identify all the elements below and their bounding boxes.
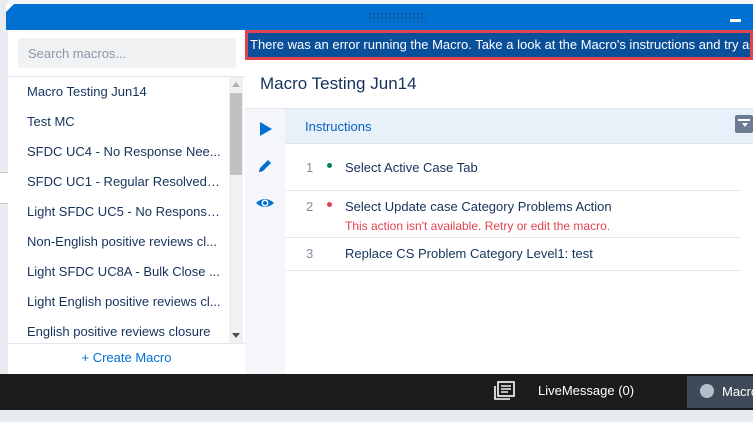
live-message-label[interactable]: LiveMessage (0) [538, 383, 634, 398]
success-status-dot-icon [327, 163, 332, 168]
search-box[interactable] [18, 38, 236, 68]
macro-detail-panel: Macro Testing Jun14 Instructions 1 Selec… [245, 60, 753, 374]
scroll-up-arrow-icon[interactable] [232, 82, 240, 87]
macro-list-item[interactable]: SFDC UC1 - Regular Resolved C... [8, 167, 229, 197]
macros-panel-header[interactable] [6, 4, 753, 30]
edit-pencil-icon[interactable] [255, 156, 275, 176]
macro-list-item[interactable]: SFDC UC4 - No Response Nee... [8, 137, 229, 167]
minimize-icon[interactable] [730, 19, 741, 22]
macro-list-scrollbar[interactable] [229, 77, 243, 343]
step-text: Select Update case Category Problems Act… [345, 199, 612, 214]
macro-title: Macro Testing Jun14 [260, 74, 417, 93]
instruction-step: 2 Select Update case Category Problems A… [285, 191, 741, 238]
background-field [0, 172, 8, 204]
instruction-step: 1 Select Active Case Tab [285, 144, 741, 191]
archive-icon[interactable] [735, 115, 753, 133]
macro-action-rail [245, 109, 285, 374]
macro-list-item[interactable]: Light SFDC UC8A - Bulk Close ... [8, 257, 229, 287]
macro-list-item[interactable]: English positive reviews closure [8, 317, 229, 343]
step-number: 2 [306, 199, 314, 214]
create-macro-button[interactable]: + Create Macro [8, 344, 245, 372]
step-error-message: This action isn't available. Retry or ed… [345, 219, 611, 233]
instructions-label: Instructions [305, 119, 372, 134]
macro-list-item[interactable]: Light English positive reviews cl... [8, 287, 229, 317]
background-panel [0, 0, 8, 376]
error-status-dot-icon [327, 202, 332, 207]
error-banner: There was an error running the Macro. Ta… [245, 30, 753, 60]
bottom-strip [0, 410, 753, 422]
macro-list-item[interactable]: Light SFDC UC5 - No Response... [8, 197, 229, 227]
step-text: Select Active Case Tab [345, 160, 478, 175]
macro-list-item[interactable]: Non-English positive reviews cl... [8, 227, 229, 257]
instructions-header: Instructions [285, 109, 753, 144]
macros-tab-label: Macros [722, 384, 753, 399]
live-message-icon[interactable] [494, 381, 516, 401]
macro-list-panel: Macro Testing Jun14 Test MC SFDC UC4 - N… [8, 30, 246, 374]
macros-bolt-icon [700, 384, 714, 398]
step-number: 3 [306, 246, 314, 261]
corner-marker [6, 4, 14, 12]
macro-list-item[interactable]: Macro Testing Jun14 [8, 77, 229, 107]
instruction-step: 3 Replace CS Problem Category Level1: te… [285, 238, 741, 271]
macros-utility-tab[interactable]: Macros [687, 376, 753, 408]
utility-bar: LiveMessage (0) Macros [0, 374, 753, 410]
macro-list: Macro Testing Jun14 Test MC SFDC UC4 - N… [8, 77, 229, 343]
drag-handle-icon[interactable] [368, 12, 426, 22]
scroll-down-arrow-icon[interactable] [232, 333, 240, 338]
play-icon[interactable] [255, 119, 275, 139]
step-number: 1 [306, 160, 314, 175]
step-text: Replace CS Problem Category Level1: test [345, 246, 593, 261]
preview-eye-icon[interactable] [255, 193, 275, 213]
instruction-steps: 1 Select Active Case Tab 2 Select Update… [285, 144, 741, 271]
search-input[interactable] [18, 38, 236, 68]
macro-list-item[interactable]: Test MC [8, 107, 229, 137]
scroll-thumb[interactable] [230, 93, 242, 175]
